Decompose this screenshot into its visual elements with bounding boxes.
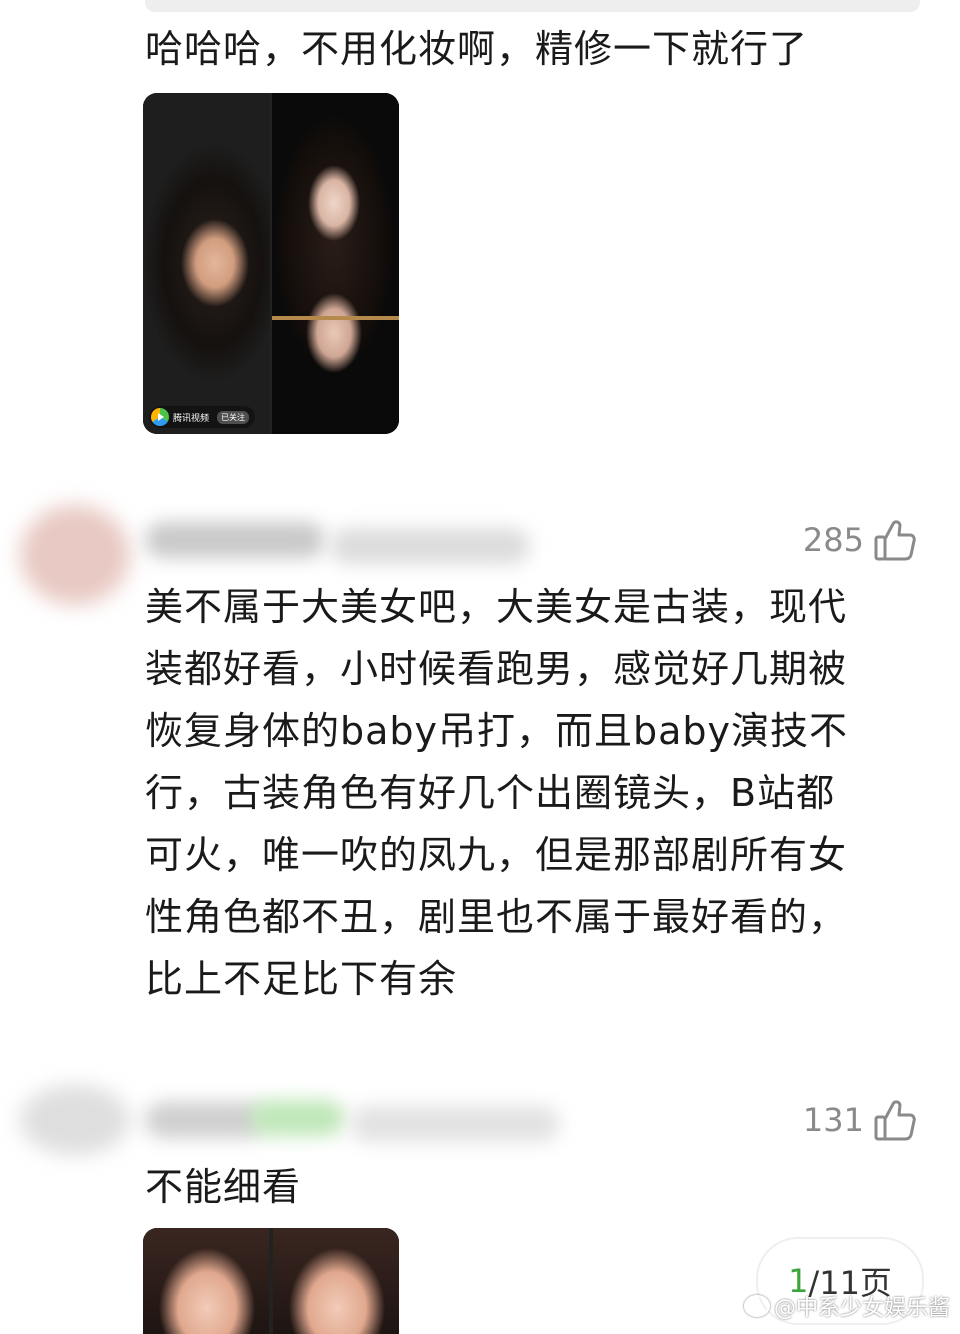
like-button[interactable]: 285	[803, 518, 916, 562]
user-meta-blurred	[350, 1106, 560, 1142]
video-source-chip: 腾讯视频 已关注	[149, 406, 256, 428]
image-panel-right	[273, 1228, 399, 1334]
comment-text: 美不属于大美女吧，大美女是古装，现代 装都好看，小时候看跑男，感觉好几期被 恢复…	[145, 585, 849, 1001]
tencent-video-icon	[151, 408, 169, 426]
like-count: 131	[802, 1101, 864, 1139]
image-panel-left	[143, 93, 270, 434]
username-blurred[interactable]	[145, 522, 325, 558]
image-panel-right	[272, 93, 399, 434]
video-source-label: 腾讯视频	[173, 413, 210, 424]
weibo-watermark: @中系少女娱乐酱	[743, 1290, 950, 1322]
user-badge-blurred	[250, 1100, 345, 1136]
avatar[interactable]	[20, 1085, 130, 1155]
avatar[interactable]	[20, 505, 130, 605]
thumbs-up-icon	[874, 1098, 916, 1142]
like-button[interactable]: 131	[803, 1098, 916, 1142]
image-divider	[272, 316, 399, 320]
comment-text: 不能细看	[145, 1165, 302, 1209]
watermark-text: @中系少女娱乐酱	[773, 1296, 950, 1321]
follow-tag: 已关注	[217, 410, 250, 424]
image-panel-left	[143, 1228, 269, 1334]
comment-image[interactable]	[143, 1228, 399, 1334]
previous-card-edge	[145, 0, 920, 12]
user-meta-blurred	[330, 528, 530, 564]
comment-text: 哈哈哈，不用化妆啊，精修一下就行了	[145, 27, 809, 71]
username-blurred[interactable]	[145, 1102, 265, 1138]
comment-image[interactable]: 腾讯视频 已关注	[143, 93, 399, 434]
thumbs-up-icon	[874, 518, 916, 562]
weibo-icon	[743, 1295, 770, 1317]
comment-feed: 哈哈哈，不用化妆啊，精修一下就行了 腾讯视频 已关注 285 美不属于大美女吧，…	[0, 0, 960, 1334]
like-count: 285	[802, 521, 864, 559]
